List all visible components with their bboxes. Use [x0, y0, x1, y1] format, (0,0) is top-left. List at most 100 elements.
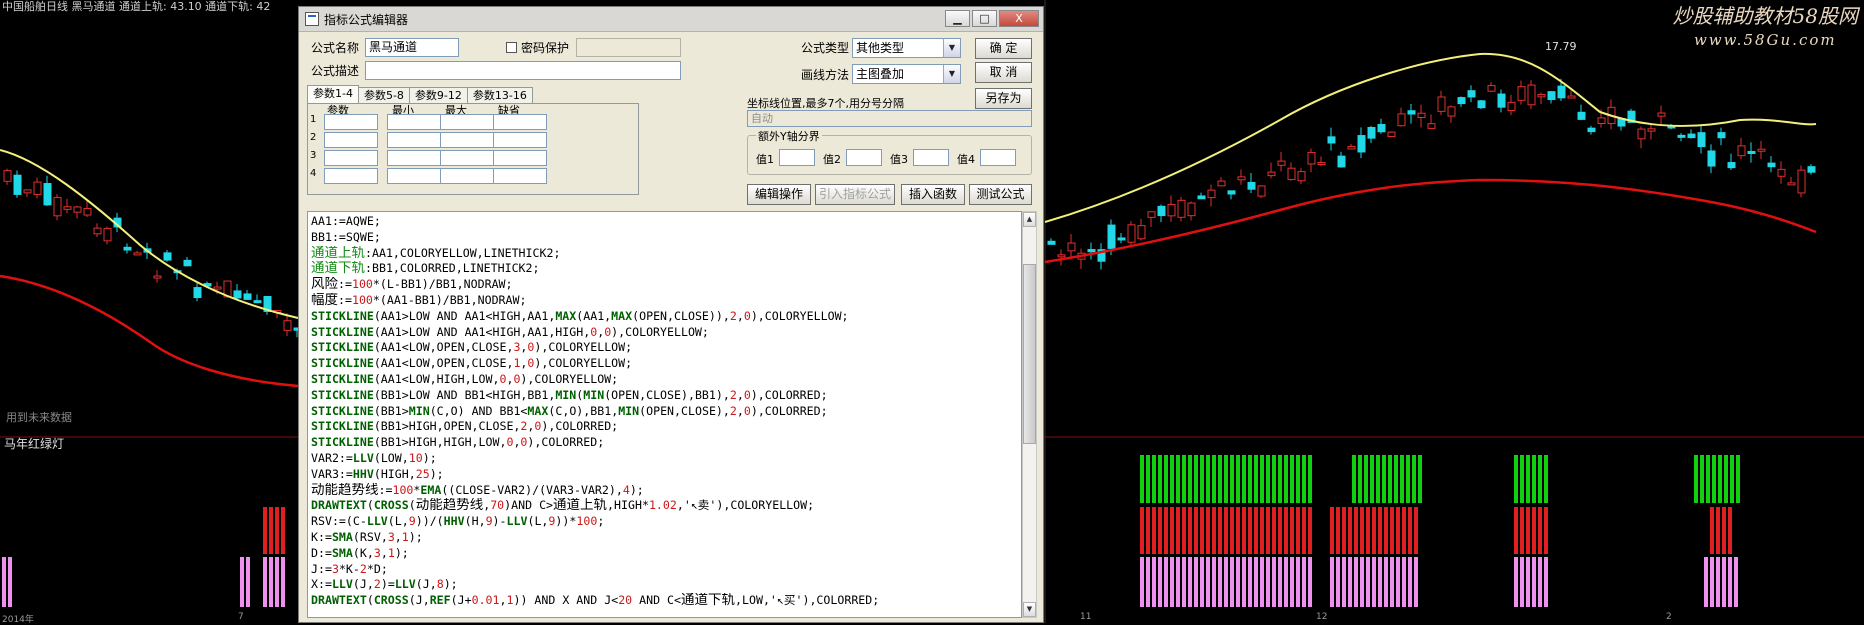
param-cell[interactable] — [324, 168, 378, 184]
save-as-button[interactable]: 另存为 — [975, 88, 1032, 109]
param-cell[interactable] — [324, 114, 378, 130]
param-cell[interactable] — [440, 168, 494, 184]
pink-bar — [1206, 557, 1210, 607]
ok-button[interactable]: 确 定 — [975, 38, 1032, 59]
param-cell[interactable] — [493, 114, 547, 130]
pink-bar — [1336, 557, 1340, 607]
insert-function-button[interactable]: 插入函数 — [901, 184, 965, 205]
code-token: 风险 — [311, 277, 338, 293]
param-tabs: 参数1-4 参数5-8 参数9-12 参数13-16 — [307, 85, 533, 103]
red-bar — [1170, 507, 1174, 554]
green-bar — [1406, 455, 1410, 503]
code-token: )) AND X AND J< — [513, 593, 619, 608]
y-value-label: 值2 — [823, 153, 841, 166]
candle-up — [1787, 182, 1796, 186]
password-checkbox[interactable] — [506, 42, 517, 53]
y-value-4-field[interactable] — [980, 149, 1016, 166]
param-cell[interactable] — [440, 132, 494, 148]
green-bar — [1532, 455, 1536, 503]
draw-method-label: 画线方法 — [801, 68, 850, 82]
candle-down — [1747, 150, 1756, 154]
maximize-button[interactable]: □ — [972, 10, 997, 27]
param-cell[interactable] — [324, 150, 378, 166]
code-token: (OPEN,CLOSE), — [639, 403, 730, 418]
param-cell[interactable] — [387, 114, 441, 130]
code-token: AA1:=AQWE; — [311, 214, 381, 228]
pink-bar — [1302, 557, 1306, 607]
candle-down — [1197, 195, 1206, 200]
code-token: ); — [629, 482, 644, 497]
test-formula-button[interactable]: 测试公式 — [969, 184, 1032, 205]
code-scrollbar[interactable]: ▲ ▼ — [1022, 211, 1037, 618]
code-token: (LOW, — [373, 450, 409, 465]
green-bar — [1418, 455, 1422, 503]
red-bar — [1408, 507, 1412, 554]
param-cell[interactable] — [493, 150, 547, 166]
code-token: J:= — [311, 561, 332, 576]
candle-down — [1587, 127, 1596, 133]
scroll-thumb[interactable] — [1023, 264, 1036, 444]
y-value-2-field[interactable] — [846, 149, 882, 166]
green-bar — [1188, 455, 1192, 503]
code-token: X:= — [311, 577, 332, 592]
code-token: AND C< — [632, 593, 682, 608]
red-bar — [1514, 507, 1518, 554]
candle-up — [1297, 171, 1306, 182]
close-button[interactable]: X — [999, 10, 1039, 27]
pink-bar — [281, 557, 285, 607]
param-cell[interactable] — [387, 150, 441, 166]
param-cell[interactable] — [493, 132, 547, 148]
code-token: 20 — [618, 593, 633, 608]
candle-up — [1397, 113, 1406, 127]
green-bar — [1388, 455, 1392, 503]
candle-down — [253, 300, 262, 304]
code-token: STICKLINE — [311, 356, 374, 371]
import-indicator-button[interactable]: 引入指标公式 — [815, 184, 895, 205]
pink-bar — [1396, 557, 1400, 607]
formula-type-select[interactable]: 其他类型 ▼ — [852, 38, 961, 58]
code-token: 8 — [436, 577, 444, 592]
description-field[interactable] — [365, 61, 681, 80]
cancel-button[interactable]: 取 消 — [975, 62, 1032, 83]
y-value-3-field[interactable] — [913, 149, 949, 166]
pink-bar — [1152, 557, 1156, 607]
pink-bar — [1384, 557, 1388, 607]
candle-down — [1717, 132, 1726, 139]
pink-bar — [1532, 557, 1536, 607]
tab-params-13-16[interactable]: 参数13-16 — [466, 87, 533, 103]
pink-bar — [1248, 557, 1252, 607]
y-value-1-field[interactable] — [779, 149, 815, 166]
tab-params-5-8[interactable]: 参数5-8 — [357, 87, 410, 103]
coord-lines-field[interactable]: 自动 — [747, 110, 1032, 127]
code-token: 1 — [401, 529, 409, 544]
code-token: 3 — [331, 561, 339, 576]
minimize-button[interactable]: ▁ — [945, 10, 970, 27]
tab-params-9-12[interactable]: 参数9-12 — [408, 87, 468, 103]
param-cell[interactable] — [440, 150, 494, 166]
dialog-titlebar[interactable]: 指标公式编辑器 ▁ □ X — [299, 7, 1043, 32]
code-token: := — [378, 482, 393, 497]
candle-down — [1677, 134, 1686, 138]
edit-operation-button[interactable]: 编辑操作 — [747, 184, 811, 205]
param-cell[interactable] — [493, 168, 547, 184]
pink-bar — [1188, 557, 1192, 607]
name-field[interactable]: 黑马通道 — [365, 38, 459, 57]
param-cell[interactable] — [387, 132, 441, 148]
red-bar — [1520, 507, 1524, 554]
param-cell[interactable] — [387, 168, 441, 184]
coord-lines-label: 坐标线位置,最多7个,用分号分隔 — [747, 97, 904, 110]
password-field[interactable] — [576, 38, 681, 57]
tab-params-1-4[interactable]: 参数1-4 — [307, 85, 359, 103]
draw-method-select[interactable]: 主图叠加 ▼ — [852, 64, 961, 84]
code-line: STICKLINE(AA1<LOW,HIGH,LOW,0,0),COLORYEL… — [311, 372, 1018, 388]
green-bar — [1370, 455, 1374, 503]
scroll-down-icon[interactable]: ▼ — [1023, 602, 1036, 617]
param-cell[interactable] — [324, 132, 378, 148]
red-bar — [1348, 507, 1352, 554]
candle-up — [1167, 204, 1176, 217]
formula-code-editor[interactable]: AA1:=AQWE; BB1:=SQWE; 通道上轨:AA1,COLORYELLOW… — [307, 211, 1022, 618]
param-cell[interactable] — [440, 114, 494, 130]
scroll-up-icon[interactable]: ▲ — [1023, 212, 1036, 227]
red-bar — [1414, 507, 1418, 554]
red-bar — [281, 507, 285, 554]
